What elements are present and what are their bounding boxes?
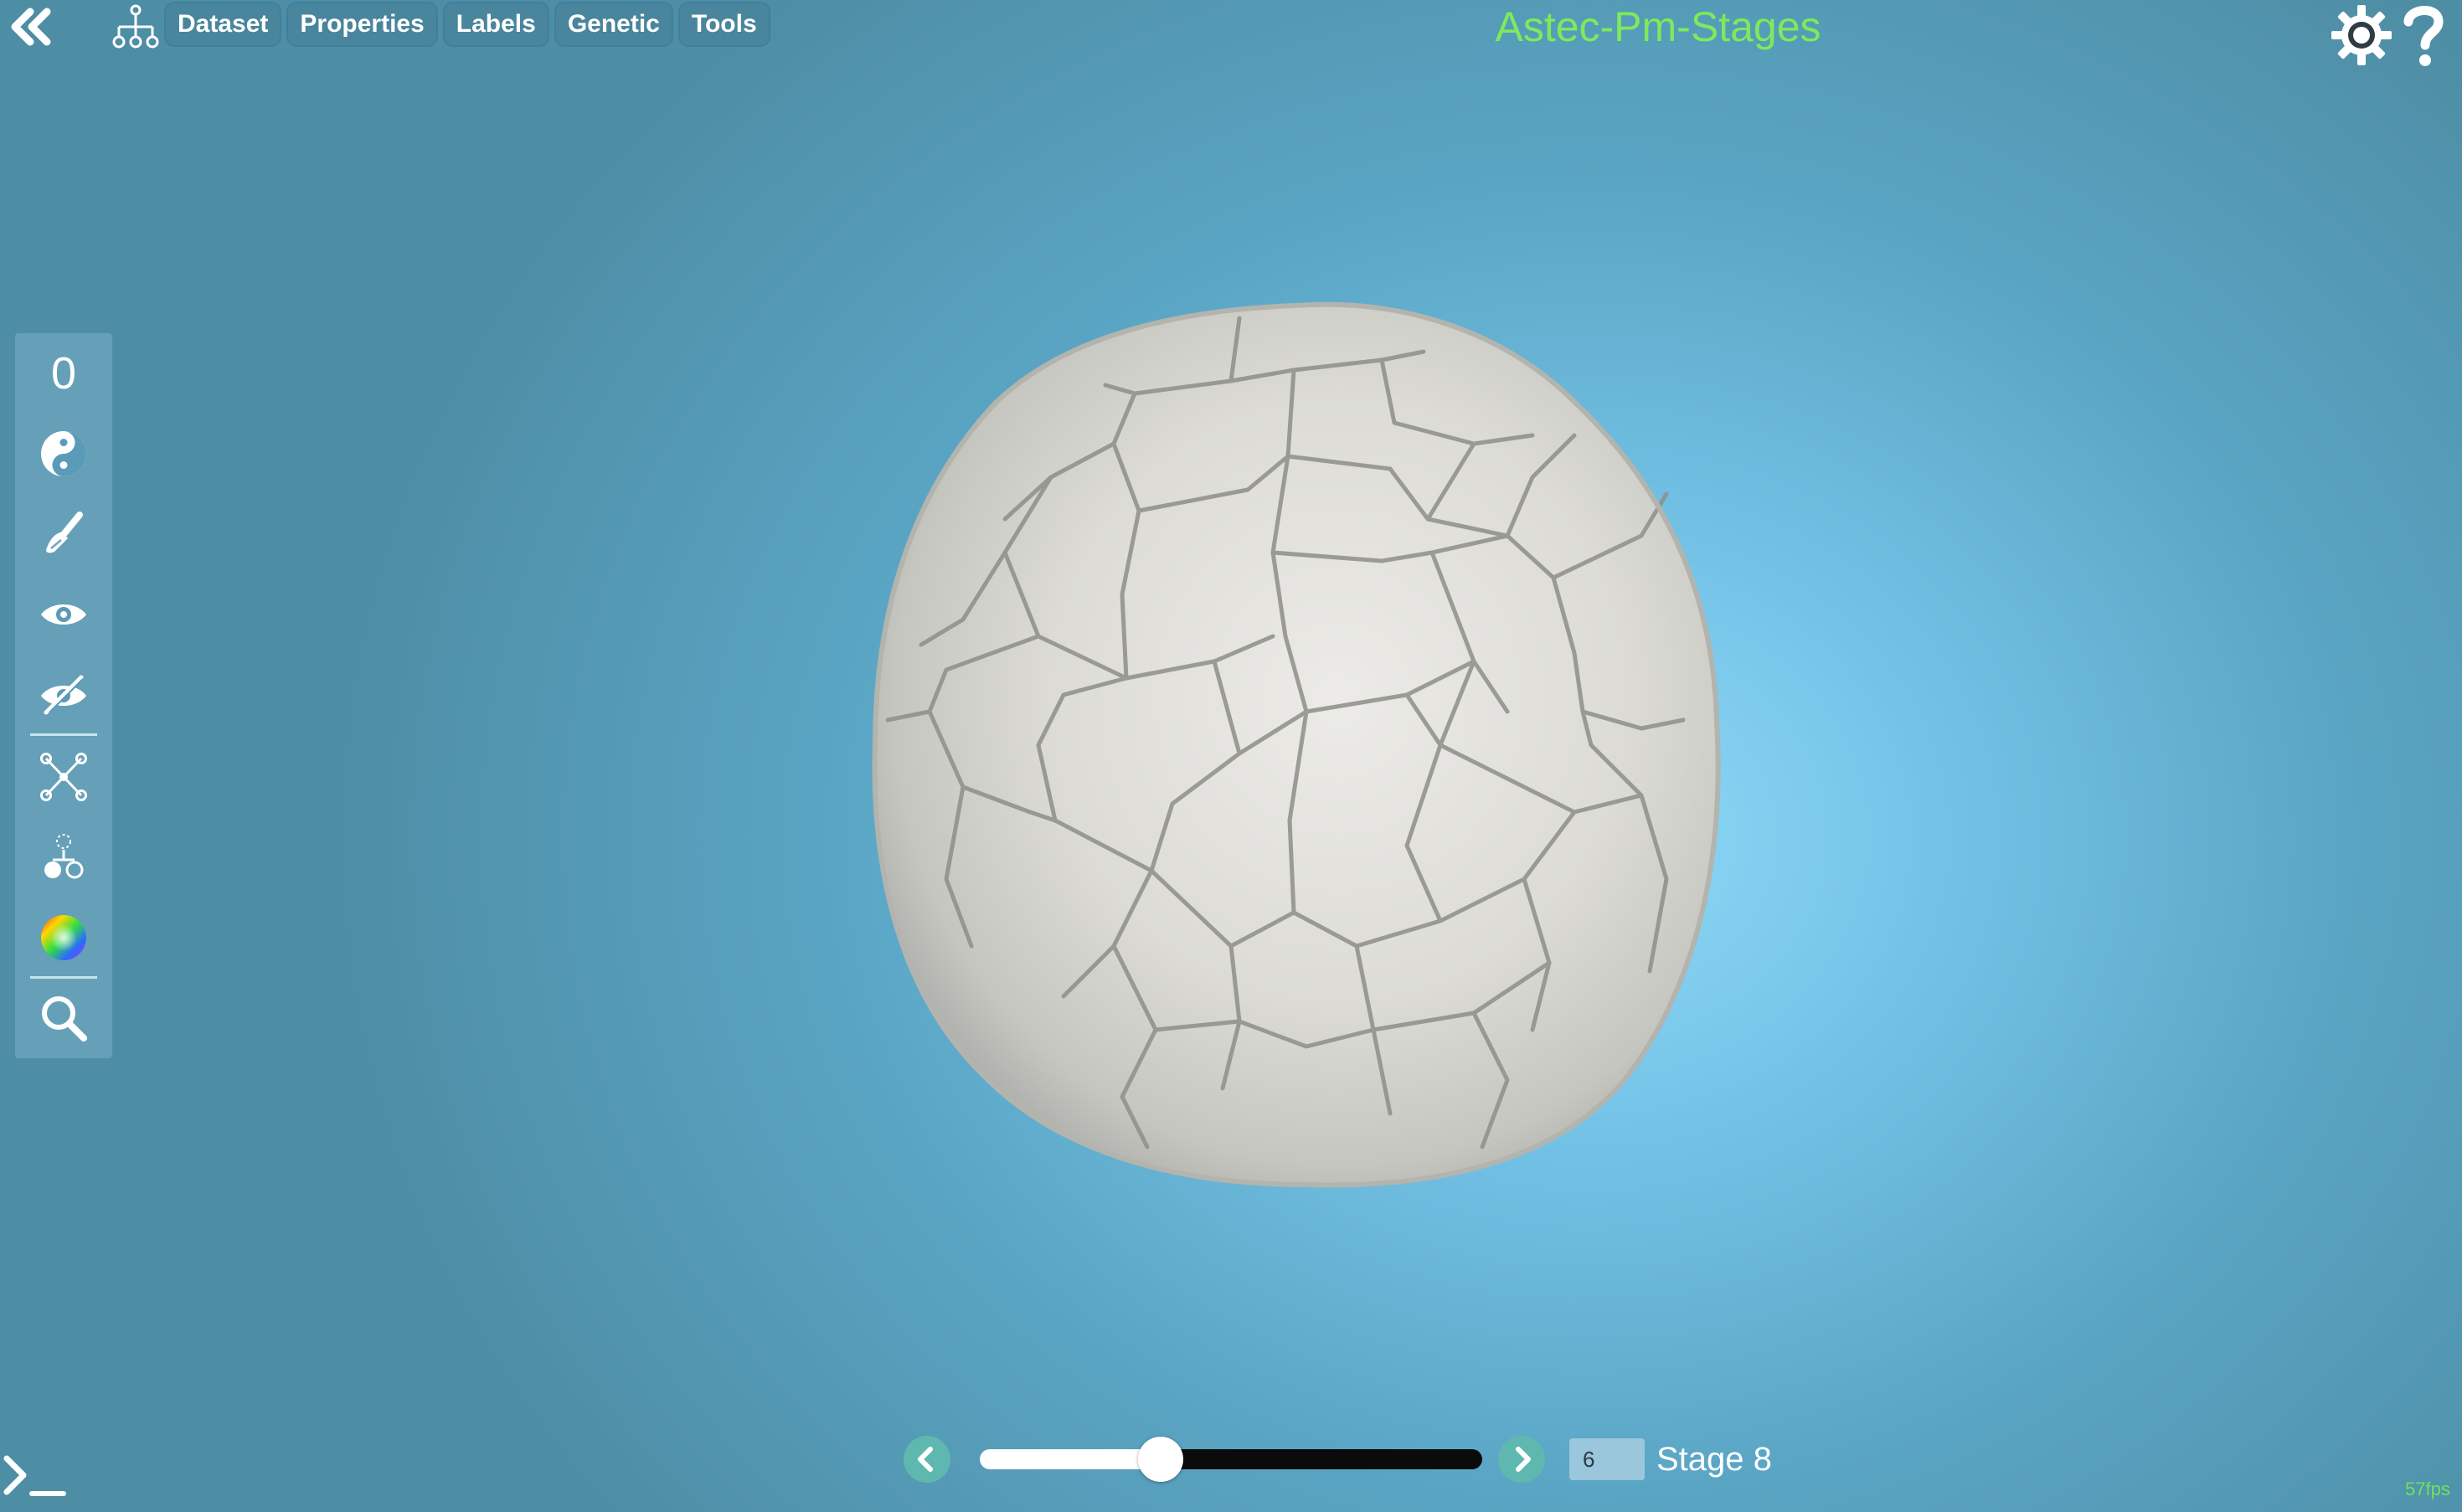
menu-tools-button[interactable]: Tools bbox=[677, 2, 770, 47]
time-slider-fill bbox=[980, 1449, 1161, 1469]
embryo-3d-view[interactable] bbox=[837, 276, 1750, 1214]
brush-icon bbox=[46, 512, 83, 553]
top-bar: Dataset Properties Labels Genetic Tools … bbox=[0, 0, 2462, 66]
menu-dataset-button[interactable]: Dataset bbox=[164, 2, 282, 47]
lineage-tree-icon[interactable] bbox=[111, 3, 161, 50]
selection-count: 0 bbox=[50, 348, 77, 399]
left-toolbar: 0 bbox=[15, 333, 112, 1058]
time-slider-thumb[interactable] bbox=[1138, 1437, 1183, 1482]
double-chevron-left-icon[interactable] bbox=[5, 7, 54, 47]
network-icon bbox=[40, 753, 87, 801]
yin-yang-button[interactable] bbox=[15, 414, 112, 494]
next-time-button[interactable] bbox=[1497, 1435, 1546, 1484]
toolbar-divider bbox=[30, 733, 97, 736]
search-button[interactable] bbox=[15, 978, 112, 1058]
paint-brush-button[interactable] bbox=[15, 494, 112, 574]
time-point-input[interactable] bbox=[1569, 1438, 1645, 1480]
yin-yang-icon bbox=[41, 431, 86, 476]
gear-icon[interactable] bbox=[2330, 3, 2393, 67]
eye-slash-icon bbox=[41, 675, 86, 715]
eye-icon bbox=[41, 604, 86, 625]
menu-genetic-button[interactable]: Genetic bbox=[554, 2, 673, 47]
previous-time-button[interactable] bbox=[903, 1435, 951, 1484]
connections-button[interactable] bbox=[15, 737, 112, 817]
selection-counter[interactable]: 0 bbox=[15, 333, 112, 414]
hide-cells-button[interactable] bbox=[15, 655, 112, 735]
terminal-icon[interactable] bbox=[2, 1450, 69, 1500]
main-menu: Dataset Properties Labels Genetic Tools bbox=[164, 2, 770, 47]
menu-properties-button[interactable]: Properties bbox=[286, 2, 438, 47]
cell-division-button[interactable] bbox=[15, 817, 112, 897]
fps-counter: 57fps bbox=[2405, 1479, 2450, 1499]
color-map-button[interactable] bbox=[15, 897, 112, 978]
time-slider[interactable] bbox=[975, 1437, 1487, 1482]
stage-label: Stage 8 bbox=[1656, 1441, 1772, 1478]
color-wheel-icon bbox=[41, 915, 86, 960]
show-cells-button[interactable] bbox=[15, 574, 112, 655]
cell-split-icon bbox=[44, 834, 84, 879]
help-icon[interactable] bbox=[2398, 2, 2449, 69]
dataset-title: Astec-Pm-Stages bbox=[1495, 3, 1821, 50]
time-slider-track bbox=[1161, 1449, 1482, 1469]
menu-labels-button[interactable]: Labels bbox=[442, 2, 549, 47]
search-icon bbox=[42, 996, 87, 1041]
